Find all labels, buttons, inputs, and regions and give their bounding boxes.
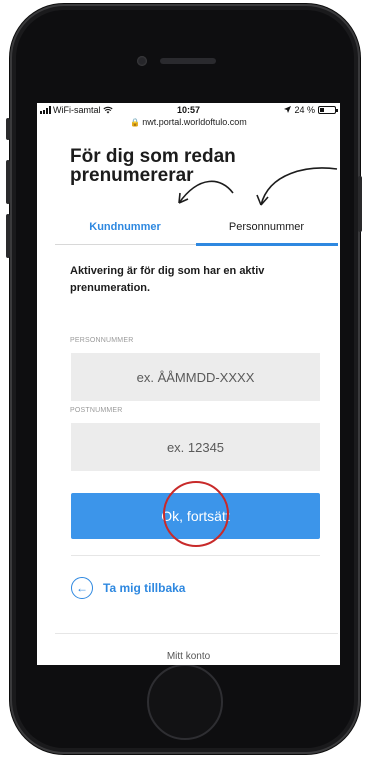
home-button[interactable] xyxy=(147,664,223,740)
status-bar: WiFi-samtal 10:57 24 % xyxy=(37,103,340,116)
my-account-link[interactable]: Mitt konto xyxy=(37,651,340,662)
tab-kundnummer[interactable]: Kundnummer xyxy=(55,209,195,245)
front-camera xyxy=(137,56,147,66)
power-button xyxy=(358,176,362,232)
personnummer-label: PERSONNUMMER xyxy=(70,337,134,344)
personnummer-input[interactable] xyxy=(71,353,320,401)
status-right: 24 % xyxy=(284,104,338,115)
phone-screen: WiFi-samtal 10:57 24 % 🔒 nwt.portal.world… xyxy=(37,103,340,665)
login-method-tabs: Kundnummer Personnummer xyxy=(55,209,338,247)
address-bar[interactable]: 🔒 nwt.portal.worldoftulo.com xyxy=(37,117,340,131)
mute-switch xyxy=(6,118,10,140)
volume-up-button xyxy=(6,160,10,204)
arrow-left-icon: ← xyxy=(71,577,93,599)
volume-down-button xyxy=(6,214,10,258)
earpiece-speaker xyxy=(160,58,216,64)
postnummer-label: POSTNUMMER xyxy=(70,407,123,414)
battery-icon xyxy=(318,105,338,114)
annotation-arrows xyxy=(178,167,338,206)
location-arrow-icon xyxy=(284,106,292,113)
footer-divider xyxy=(55,633,338,634)
back-link-label: Ta mig tillbaka xyxy=(103,581,186,595)
section-divider xyxy=(71,555,320,556)
postnummer-input[interactable] xyxy=(71,423,320,471)
active-tab-indicator xyxy=(196,243,338,246)
battery-percent: 24 % xyxy=(294,104,315,115)
lock-icon: 🔒 xyxy=(130,118,141,127)
tab-personnummer[interactable]: Personnummer xyxy=(195,209,338,245)
continue-button[interactable]: Ok, fortsätt xyxy=(71,493,320,539)
url-text: nwt.portal.worldoftulo.com xyxy=(142,117,247,127)
back-link[interactable]: ← Ta mig tillbaka xyxy=(71,577,185,599)
activation-info-text: Aktivering är för dig som har en aktiv p… xyxy=(70,265,265,294)
